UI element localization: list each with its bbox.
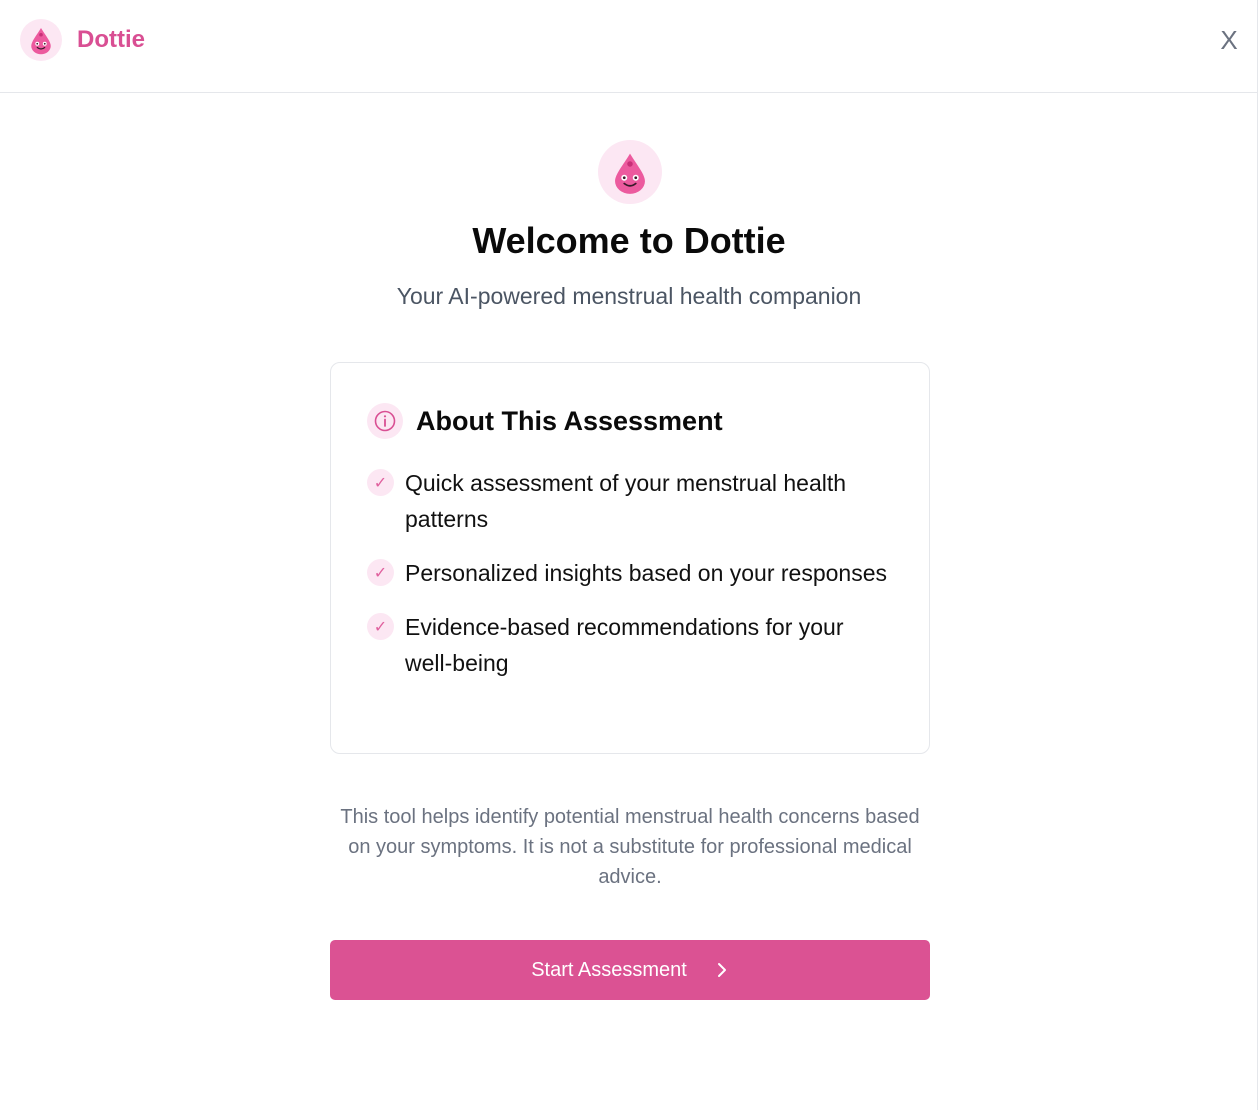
page-title: Welcome to Dottie <box>472 220 786 261</box>
brand[interactable]: Dottie <box>20 18 145 62</box>
check-icon: ✓ <box>367 469 394 496</box>
hero-mascot-icon <box>598 140 662 204</box>
start-assessment-label: Start Assessment <box>531 958 687 981</box>
page-subtitle: Your AI-powered menstrual health compani… <box>396 283 862 309</box>
feature-text: Quick assessment of your menstrual healt… <box>405 470 847 532</box>
welcome-page: Dottie X Welcome to Dottie Your AI-power… <box>0 0 1258 1110</box>
start-assessment-button[interactable]: Start Assessment <box>330 940 930 1000</box>
feature-text: Personalized insights based on your resp… <box>405 560 888 586</box>
check-icon: ✓ <box>367 613 394 640</box>
feature-text: Evidence-based recommendations for your … <box>405 614 844 676</box>
list-item: ✓ Personalized insights based on your re… <box>367 555 897 591</box>
brand-name: Dottie <box>77 26 145 53</box>
card-header: About This Assessment <box>367 403 723 439</box>
list-item: ✓ Evidence-based recommendations for you… <box>367 609 897 681</box>
list-item: ✓ Quick assessment of your menstrual hea… <box>367 465 897 537</box>
feature-list: ✓ Quick assessment of your menstrual hea… <box>367 465 897 699</box>
close-button[interactable]: X <box>1215 24 1243 56</box>
close-icon: X <box>1220 24 1238 55</box>
card-title: About This Assessment <box>416 405 723 436</box>
check-icon: ✓ <box>367 559 394 586</box>
chevron-right-icon <box>715 962 729 978</box>
app-header: Dottie X <box>0 0 1257 93</box>
dottie-logo-icon <box>20 19 62 61</box>
about-assessment-card: About This Assessment ✓ Quick assessment… <box>330 362 930 754</box>
info-icon <box>367 403 403 439</box>
disclaimer-text: This tool helps identify potential menst… <box>340 806 920 888</box>
